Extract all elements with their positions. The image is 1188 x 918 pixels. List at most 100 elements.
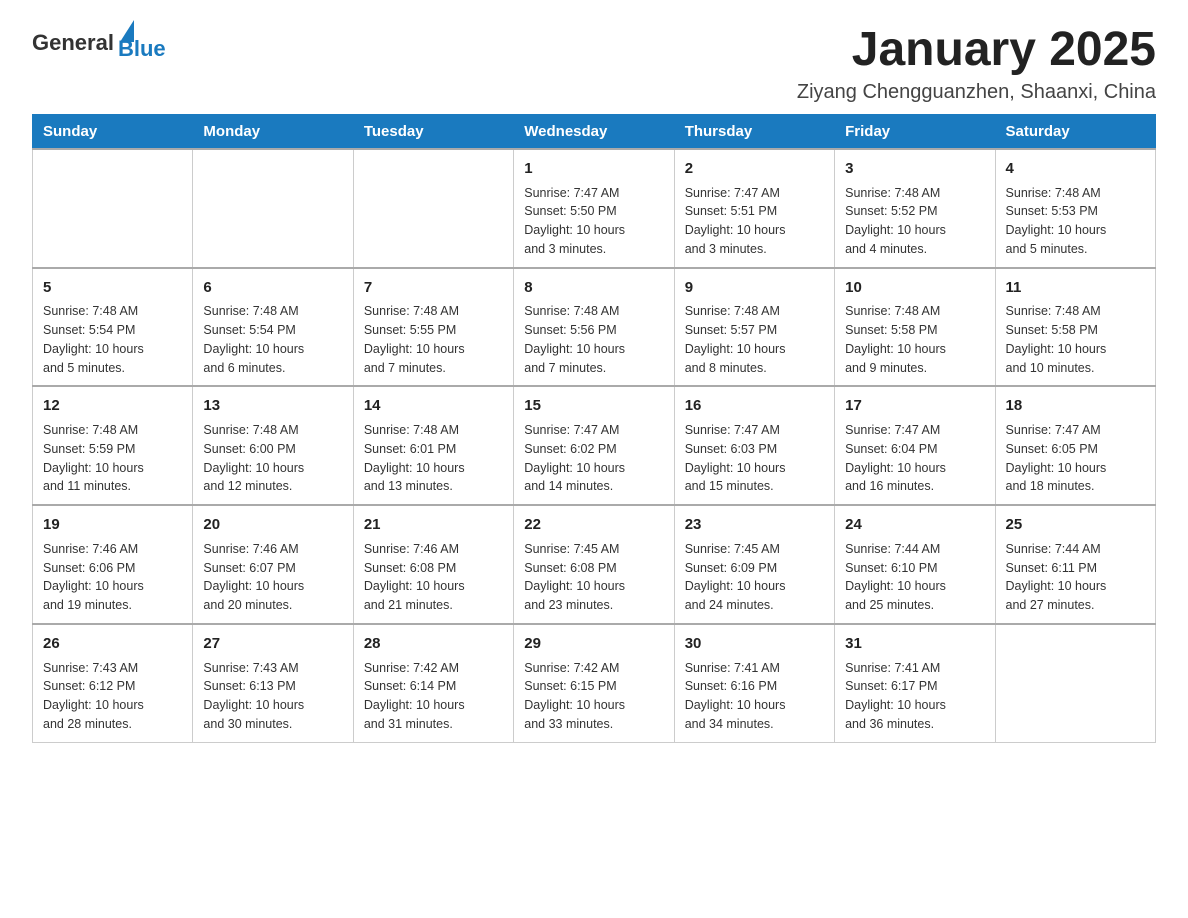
calendar-day-18: 18 Sunrise: 7:47 AM Sunset: 6:05 PM Dayli… (995, 386, 1155, 505)
day-number: 7 (364, 277, 503, 299)
col-header-wednesday: Wednesday (514, 114, 674, 149)
days-of-week-row: SundayMondayTuesdayWednesdayThursdayFrid… (33, 114, 1156, 149)
day-number: 19 (43, 514, 182, 536)
day-number: 1 (524, 158, 663, 180)
title-block: January 2025 Ziyang Chengguanzhen, Shaan… (797, 24, 1156, 104)
logo: General Blue (32, 24, 166, 62)
day-info: Sunrise: 7:46 AM Sunset: 6:07 PM Dayligh… (203, 540, 342, 615)
day-number: 14 (364, 395, 503, 417)
calendar-day-4: 4 Sunrise: 7:48 AM Sunset: 5:53 PM Daylig… (995, 149, 1155, 268)
day-info: Sunrise: 7:41 AM Sunset: 6:16 PM Dayligh… (685, 659, 824, 734)
calendar-week-5: 26 Sunrise: 7:43 AM Sunset: 6:12 PM Dayli… (33, 624, 1156, 742)
day-number: 18 (1006, 395, 1145, 417)
calendar-day-23: 23 Sunrise: 7:45 AM Sunset: 6:09 PM Dayli… (674, 505, 834, 624)
day-info: Sunrise: 7:41 AM Sunset: 6:17 PM Dayligh… (845, 659, 984, 734)
calendar-day-11: 11Sunrise: 7:48 AM Sunset: 5:58 PM Dayli… (995, 268, 1155, 387)
day-info: Sunrise: 7:44 AM Sunset: 6:11 PM Dayligh… (1006, 540, 1145, 615)
day-info: Sunrise: 7:48 AM Sunset: 5:57 PM Dayligh… (685, 302, 824, 377)
day-info: Sunrise: 7:43 AM Sunset: 6:12 PM Dayligh… (43, 659, 182, 734)
day-info: Sunrise: 7:48 AM Sunset: 5:54 PM Dayligh… (43, 302, 182, 377)
calendar-day-12: 12Sunrise: 7:48 AM Sunset: 5:59 PM Dayli… (33, 386, 193, 505)
day-number: 12 (43, 395, 182, 417)
day-info: Sunrise: 7:48 AM Sunset: 5:58 PM Dayligh… (845, 302, 984, 377)
day-info: Sunrise: 7:47 AM Sunset: 6:05 PM Dayligh… (1006, 421, 1145, 496)
calendar-week-2: 5 Sunrise: 7:48 AM Sunset: 5:54 PM Daylig… (33, 268, 1156, 387)
day-number: 30 (685, 633, 824, 655)
day-number: 31 (845, 633, 984, 655)
calendar-day-29: 29Sunrise: 7:42 AM Sunset: 6:15 PM Dayli… (514, 624, 674, 742)
page-header: General Blue January 2025 Ziyang Chenggu… (32, 24, 1156, 104)
calendar-day-24: 24 Sunrise: 7:44 AM Sunset: 6:10 PM Dayli… (835, 505, 995, 624)
page-subtitle: Ziyang Chengguanzhen, Shaanxi, China (797, 81, 1156, 104)
day-info: Sunrise: 7:46 AM Sunset: 6:08 PM Dayligh… (364, 540, 503, 615)
calendar-day-13: 13Sunrise: 7:48 AM Sunset: 6:00 PM Dayli… (193, 386, 353, 505)
calendar-day-2: 2 Sunrise: 7:47 AM Sunset: 5:51 PM Daylig… (674, 149, 834, 268)
calendar-day-22: 22Sunrise: 7:45 AM Sunset: 6:08 PM Dayli… (514, 505, 674, 624)
page-title: January 2025 (797, 24, 1156, 77)
calendar-day-14: 14 Sunrise: 7:48 AM Sunset: 6:01 PM Dayli… (353, 386, 513, 505)
day-number: 4 (1006, 158, 1145, 180)
day-number: 16 (685, 395, 824, 417)
calendar-table: SundayMondayTuesdayWednesdayThursdayFrid… (32, 114, 1156, 743)
day-info: Sunrise: 7:47 AM Sunset: 6:02 PM Dayligh… (524, 421, 663, 496)
logo-blue-text: Blue (118, 36, 166, 62)
calendar-day-30: 30 Sunrise: 7:41 AM Sunset: 6:16 PM Dayli… (674, 624, 834, 742)
calendar-day-7: 7 Sunrise: 7:48 AM Sunset: 5:55 PM Daylig… (353, 268, 513, 387)
col-header-friday: Friday (835, 114, 995, 149)
day-info: Sunrise: 7:48 AM Sunset: 5:55 PM Dayligh… (364, 302, 503, 377)
calendar-day-28: 28 Sunrise: 7:42 AM Sunset: 6:14 PM Dayli… (353, 624, 513, 742)
col-header-thursday: Thursday (674, 114, 834, 149)
day-number: 15 (524, 395, 663, 417)
day-number: 27 (203, 633, 342, 655)
day-number: 8 (524, 277, 663, 299)
empty-cell (193, 149, 353, 268)
calendar-day-27: 27Sunrise: 7:43 AM Sunset: 6:13 PM Dayli… (193, 624, 353, 742)
calendar-day-1: 1Sunrise: 7:47 AM Sunset: 5:50 PM Daylig… (514, 149, 674, 268)
day-number: 28 (364, 633, 503, 655)
day-number: 24 (845, 514, 984, 536)
empty-cell (33, 149, 193, 268)
day-info: Sunrise: 7:42 AM Sunset: 6:15 PM Dayligh… (524, 659, 663, 734)
day-number: 9 (685, 277, 824, 299)
calendar-day-5: 5 Sunrise: 7:48 AM Sunset: 5:54 PM Daylig… (33, 268, 193, 387)
empty-cell (995, 624, 1155, 742)
calendar-day-9: 9 Sunrise: 7:48 AM Sunset: 5:57 PM Daylig… (674, 268, 834, 387)
calendar-day-25: 25Sunrise: 7:44 AM Sunset: 6:11 PM Dayli… (995, 505, 1155, 624)
day-number: 21 (364, 514, 503, 536)
day-number: 13 (203, 395, 342, 417)
calendar-day-6: 6Sunrise: 7:48 AM Sunset: 5:54 PM Daylig… (193, 268, 353, 387)
day-number: 20 (203, 514, 342, 536)
day-info: Sunrise: 7:47 AM Sunset: 6:04 PM Dayligh… (845, 421, 984, 496)
day-number: 23 (685, 514, 824, 536)
day-info: Sunrise: 7:48 AM Sunset: 5:52 PM Dayligh… (845, 184, 984, 259)
calendar-day-15: 15 Sunrise: 7:47 AM Sunset: 6:02 PM Dayli… (514, 386, 674, 505)
calendar-header: SundayMondayTuesdayWednesdayThursdayFrid… (33, 114, 1156, 149)
logo-general-text: General (32, 30, 114, 56)
day-info: Sunrise: 7:46 AM Sunset: 6:06 PM Dayligh… (43, 540, 182, 615)
day-number: 10 (845, 277, 984, 299)
calendar-body: 1Sunrise: 7:47 AM Sunset: 5:50 PM Daylig… (33, 149, 1156, 742)
day-info: Sunrise: 7:48 AM Sunset: 6:01 PM Dayligh… (364, 421, 503, 496)
day-number: 2 (685, 158, 824, 180)
calendar-day-10: 10 Sunrise: 7:48 AM Sunset: 5:58 PM Dayli… (835, 268, 995, 387)
day-info: Sunrise: 7:45 AM Sunset: 6:09 PM Dayligh… (685, 540, 824, 615)
day-number: 17 (845, 395, 984, 417)
calendar-day-31: 31 Sunrise: 7:41 AM Sunset: 6:17 PM Dayli… (835, 624, 995, 742)
calendar-day-26: 26 Sunrise: 7:43 AM Sunset: 6:12 PM Dayli… (33, 624, 193, 742)
day-info: Sunrise: 7:48 AM Sunset: 5:53 PM Dayligh… (1006, 184, 1145, 259)
col-header-tuesday: Tuesday (353, 114, 513, 149)
calendar-week-4: 19 Sunrise: 7:46 AM Sunset: 6:06 PM Dayli… (33, 505, 1156, 624)
col-header-saturday: Saturday (995, 114, 1155, 149)
calendar-day-20: 20 Sunrise: 7:46 AM Sunset: 6:07 PM Dayli… (193, 505, 353, 624)
day-info: Sunrise: 7:48 AM Sunset: 5:56 PM Dayligh… (524, 302, 663, 377)
day-number: 11 (1006, 277, 1145, 299)
calendar-day-17: 17 Sunrise: 7:47 AM Sunset: 6:04 PM Dayli… (835, 386, 995, 505)
empty-cell (353, 149, 513, 268)
day-number: 5 (43, 277, 182, 299)
col-header-monday: Monday (193, 114, 353, 149)
col-header-sunday: Sunday (33, 114, 193, 149)
day-number: 26 (43, 633, 182, 655)
day-info: Sunrise: 7:42 AM Sunset: 6:14 PM Dayligh… (364, 659, 503, 734)
day-info: Sunrise: 7:47 AM Sunset: 5:51 PM Dayligh… (685, 184, 824, 259)
day-info: Sunrise: 7:44 AM Sunset: 6:10 PM Dayligh… (845, 540, 984, 615)
